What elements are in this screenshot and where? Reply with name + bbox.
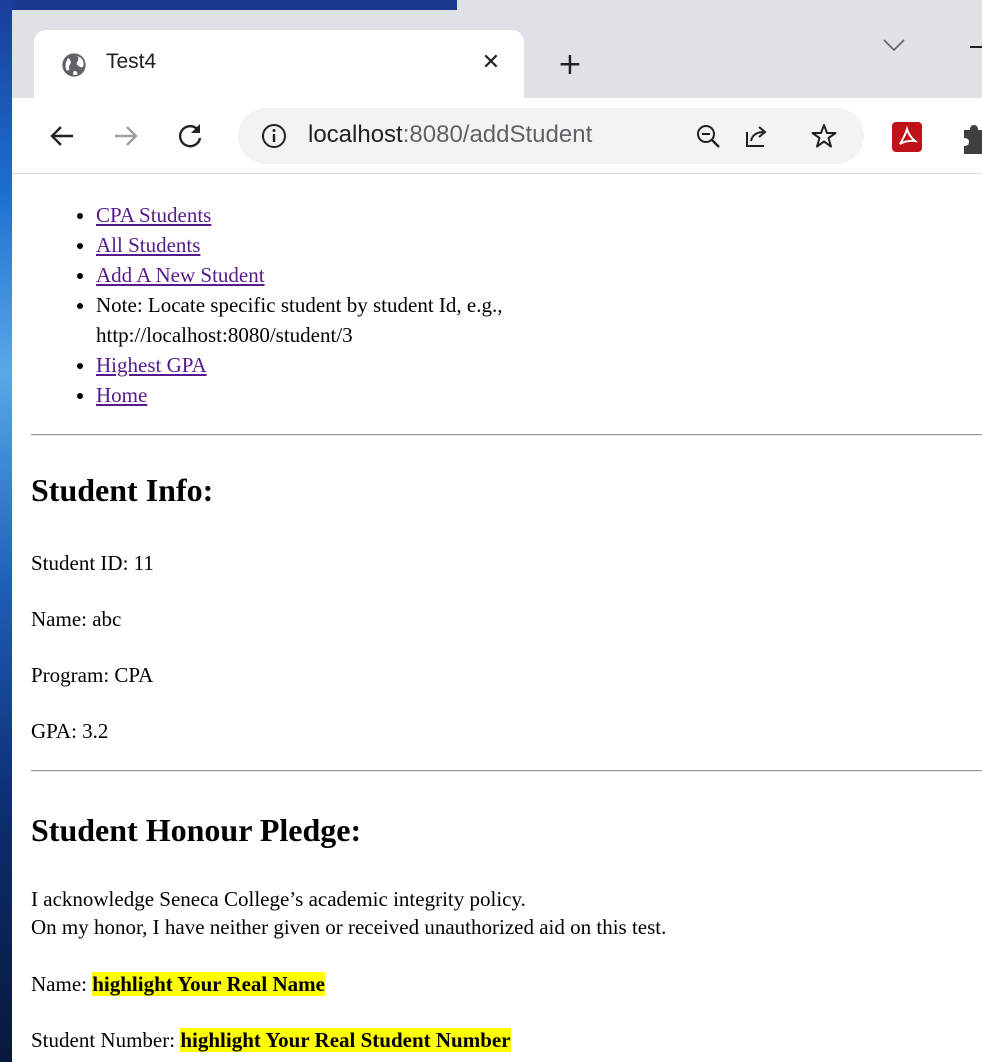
- pledge-number-label: Student Number:: [31, 1028, 181, 1052]
- tab-strip: Test4 ✕ +: [12, 10, 982, 100]
- list-item: Add A New Student: [96, 260, 716, 290]
- address-bar[interactable]: localhost:8080/addStudent: [238, 108, 864, 164]
- url-path: :8080/addStudent: [402, 121, 593, 148]
- chevron-down-icon[interactable]: [877, 28, 911, 62]
- url-host: localhost: [308, 121, 403, 148]
- pledge-name-label: Name:: [31, 972, 93, 996]
- list-item: All Students: [96, 230, 716, 260]
- divider: [31, 770, 982, 772]
- add-student-link[interactable]: Add A New Student: [96, 263, 265, 287]
- home-link[interactable]: Home: [96, 383, 147, 407]
- pdf-extension-icon[interactable]: [892, 122, 922, 152]
- pledge-name-highlight: highlight Your Real Name: [92, 972, 325, 996]
- highest-gpa-link[interactable]: Highest GPA: [96, 353, 207, 377]
- desktop-background-strip: [0, 0, 12, 1062]
- browser-toolbar: localhost:8080/addStudent: [12, 98, 982, 174]
- extensions-puzzle-icon[interactable]: [956, 120, 982, 154]
- tab-title: Test4: [106, 50, 157, 73]
- note-item: Note: Locate specific student by student…: [96, 290, 716, 350]
- student-gpa-text: GPA: 3.2: [31, 719, 109, 743]
- back-arrow-icon[interactable]: [44, 118, 80, 154]
- list-item: Highest GPA: [96, 350, 716, 380]
- browser-tab[interactable]: Test4 ✕: [34, 30, 524, 100]
- share-icon[interactable]: [742, 122, 770, 150]
- student-program-text: Program: CPA: [31, 663, 154, 687]
- acrobat-icon: [899, 125, 919, 145]
- close-tab-icon[interactable]: ✕: [474, 46, 508, 80]
- list-item: CPA Students: [96, 200, 716, 230]
- zoom-out-icon[interactable]: [694, 122, 722, 150]
- honour-pledge-heading: Student Honour Pledge:: [31, 812, 362, 848]
- list-item: Home: [96, 380, 716, 410]
- pledge-name-row: Name: highlight Your Real Name: [31, 972, 325, 997]
- pledge-line-1: I acknowledge Seneca College’s academic …: [31, 887, 526, 911]
- pledge-number-highlight: highlight Your Real Student Number: [180, 1028, 511, 1052]
- student-id-text: Student ID: 11: [31, 551, 154, 575]
- url-text[interactable]: localhost:8080/addStudent: [308, 121, 592, 149]
- all-students-link[interactable]: All Students: [96, 233, 200, 257]
- pledge-number-row: Student Number: highlight Your Real Stud…: [31, 1028, 511, 1053]
- reload-icon[interactable]: [172, 118, 208, 154]
- divider: [31, 434, 982, 436]
- desktop-background-top: [12, 0, 457, 10]
- forward-arrow-icon[interactable]: [108, 118, 144, 154]
- info-icon[interactable]: [260, 122, 288, 150]
- globe-icon: [62, 53, 86, 77]
- new-tab-button[interactable]: +: [553, 48, 587, 82]
- bookmark-star-icon[interactable]: [810, 122, 838, 150]
- minimize-window-icon[interactable]: [970, 46, 982, 48]
- student-name-text: Name: abc: [31, 607, 122, 631]
- page-content: CPA Students All Students Add A New Stud…: [12, 174, 982, 1062]
- cpa-students-link[interactable]: CPA Students: [96, 203, 211, 227]
- navigation-list: CPA Students All Students Add A New Stud…: [34, 200, 716, 410]
- window-title-area: [457, 0, 982, 10]
- pledge-line-2: On my honor, I have neither given or rec…: [31, 915, 667, 939]
- student-info-heading: Student Info:: [31, 472, 214, 508]
